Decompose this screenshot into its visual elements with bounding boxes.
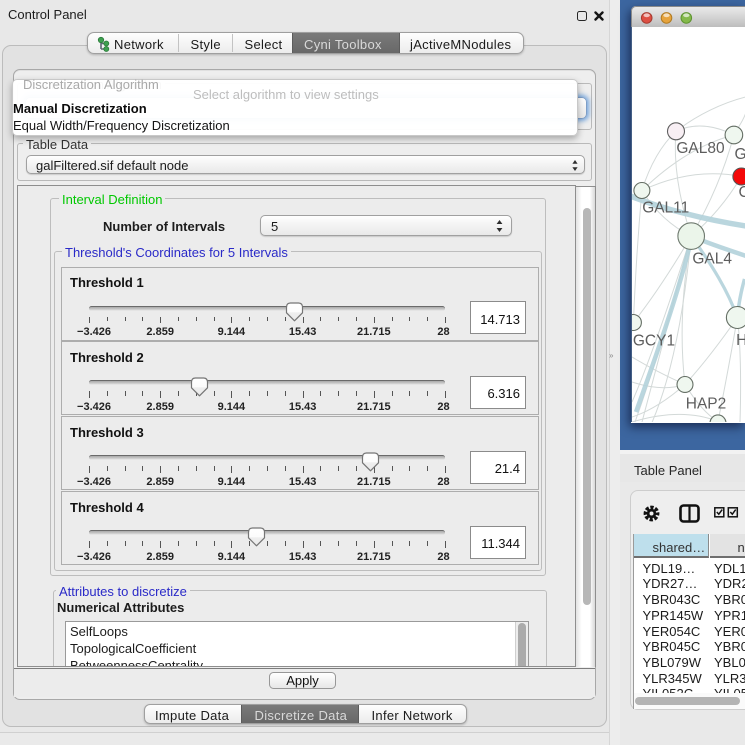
svg-text:H: H bbox=[736, 331, 745, 348]
svg-text:GCY1: GCY1 bbox=[633, 332, 675, 349]
svg-text:G.: G. bbox=[734, 146, 745, 163]
svg-text:GAL4: GAL4 bbox=[692, 250, 732, 267]
svg-text:GAL80: GAL80 bbox=[676, 140, 724, 157]
svg-text:C: C bbox=[738, 184, 745, 201]
svg-text:HAP2: HAP2 bbox=[686, 395, 726, 412]
svg-text:GAL11: GAL11 bbox=[642, 199, 689, 216]
